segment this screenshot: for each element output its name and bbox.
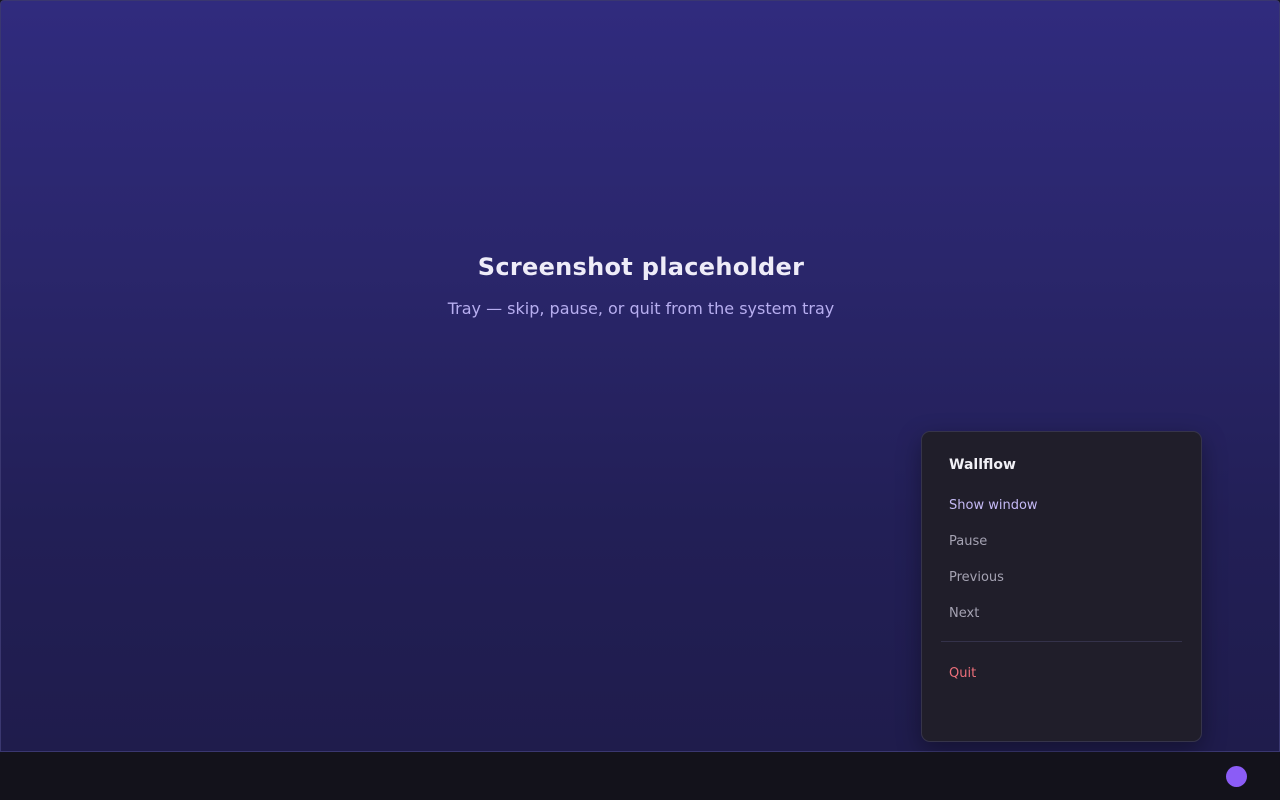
- menu-item-next[interactable]: Next: [949, 606, 979, 621]
- desktop-screen: Screenshot placeholder Tray — skip, paus…: [0, 0, 1280, 752]
- menu-item-pause[interactable]: Pause: [949, 534, 987, 549]
- tray-menu-title: Wallflow: [949, 457, 1016, 473]
- wallflow-tray-icon[interactable]: [1226, 766, 1247, 787]
- taskbar: [0, 752, 1280, 800]
- menu-item-show-window[interactable]: Show window: [949, 498, 1038, 513]
- placeholder-title: Screenshot placeholder: [477, 253, 805, 281]
- tray-context-menu: Wallflow Show window Pause Previous Next…: [921, 431, 1202, 742]
- placeholder-subtitle: Tray — skip, pause, or quit from the sys…: [447, 299, 835, 318]
- menu-divider: [941, 641, 1182, 642]
- menu-item-quit[interactable]: Quit: [949, 666, 976, 681]
- menu-item-previous[interactable]: Previous: [949, 570, 1004, 585]
